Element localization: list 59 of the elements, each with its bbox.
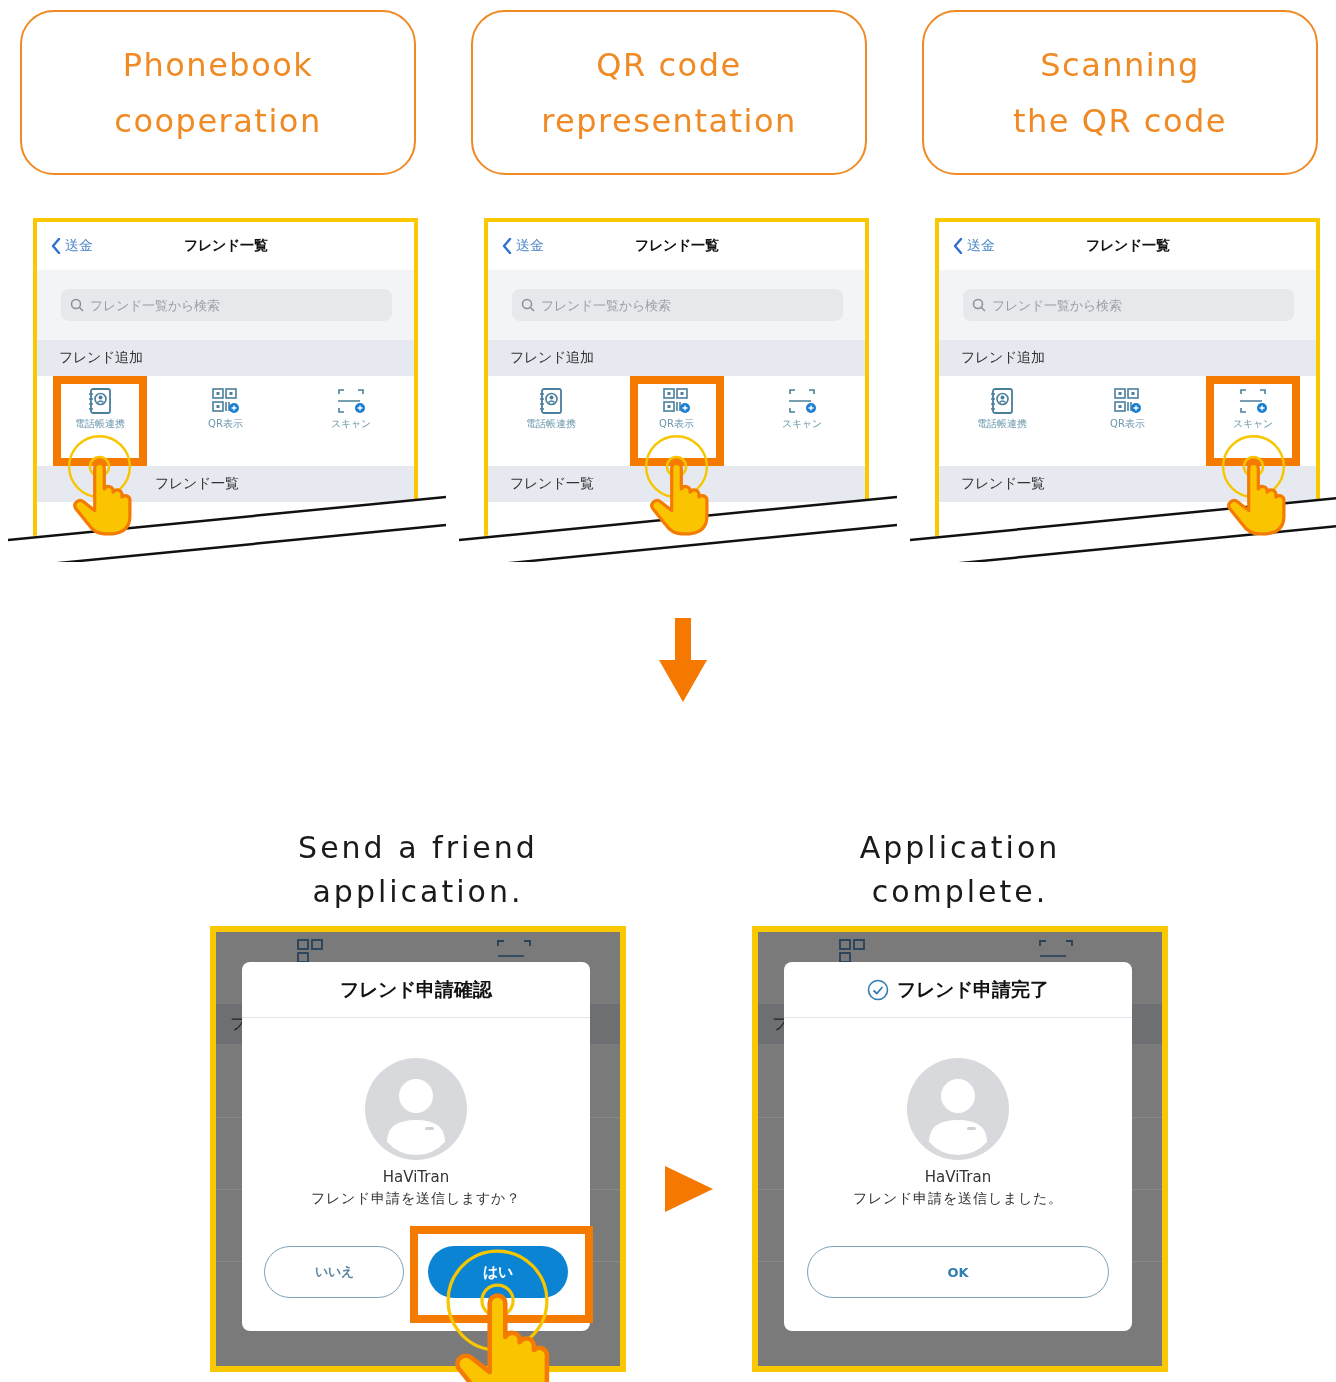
back-button[interactable]: 送金 bbox=[51, 237, 93, 255]
section-header: フレンド追加 bbox=[488, 340, 865, 376]
qr-code-icon bbox=[1112, 386, 1143, 416]
section-header: フレンド追加 bbox=[939, 340, 1316, 376]
right-triangle-icon bbox=[665, 1166, 713, 1212]
search-icon bbox=[521, 298, 535, 312]
dialog-title: フレンド申請完了 bbox=[897, 976, 1049, 1002]
section-header: フレンド一覧 bbox=[488, 466, 865, 502]
cancel-button[interactable]: いいえ bbox=[264, 1246, 404, 1298]
scan-icon bbox=[336, 386, 367, 416]
qr-option[interactable]: QR表示 bbox=[659, 386, 694, 431]
step-caption: application. bbox=[312, 873, 524, 911]
scan-option[interactable]: スキャン bbox=[1233, 386, 1274, 431]
chevron-left-icon bbox=[502, 238, 512, 254]
search-icon bbox=[972, 298, 986, 312]
step-caption: complete. bbox=[871, 873, 1049, 911]
section-header: フレンド一覧 bbox=[37, 466, 414, 502]
confirm-button[interactable]: はい bbox=[428, 1246, 568, 1298]
step-title: representation bbox=[541, 100, 797, 142]
step-title: Scanning bbox=[1040, 44, 1200, 86]
check-circle-icon bbox=[867, 978, 889, 1001]
dialog-title: フレンド申請確認 bbox=[340, 976, 492, 1002]
qr-code-icon bbox=[210, 386, 241, 416]
step-title: cooperation bbox=[114, 100, 322, 142]
user-name: HaViTran bbox=[924, 1168, 992, 1186]
back-button[interactable]: 送金 bbox=[502, 237, 544, 255]
ok-button[interactable]: OK bbox=[807, 1246, 1109, 1298]
scan-icon bbox=[1238, 386, 1269, 416]
scan-option[interactable]: スキャン bbox=[782, 386, 823, 431]
avatar-icon bbox=[907, 1058, 1009, 1160]
back-button[interactable]: 送金 bbox=[953, 237, 995, 255]
dialog-message: フレンド申請を送信しました。 bbox=[853, 1190, 1063, 1208]
qr-option[interactable]: QR表示 bbox=[208, 386, 243, 431]
screen-title: フレンド一覧 bbox=[183, 237, 268, 255]
screen-title: フレンド一覧 bbox=[1085, 237, 1170, 255]
dialog-message: フレンド申請を送信しますか？ bbox=[311, 1190, 521, 1208]
search-icon bbox=[70, 298, 84, 312]
section-header: フレンド一覧 bbox=[939, 466, 1316, 502]
step-title: QR code bbox=[596, 44, 742, 86]
qr-code-icon bbox=[838, 938, 868, 964]
step-caption: Send a friend bbox=[298, 829, 538, 867]
scan-icon bbox=[787, 386, 818, 416]
qr-option[interactable]: QR表示 bbox=[1110, 386, 1145, 431]
phonebook-option[interactable]: 電話帳連携 bbox=[525, 386, 576, 431]
scan-option[interactable]: スキャン bbox=[331, 386, 372, 431]
qr-code-icon bbox=[661, 386, 692, 416]
down-arrow-icon bbox=[659, 618, 707, 702]
phonebook-option[interactable]: 電話帳連携 bbox=[976, 386, 1027, 431]
step-title: Phonebook bbox=[122, 44, 314, 86]
step-caption: Application bbox=[859, 829, 1061, 867]
screen-title: フレンド一覧 bbox=[634, 237, 719, 255]
qr-code-icon bbox=[296, 938, 326, 964]
chevron-left-icon bbox=[51, 238, 61, 254]
avatar-icon bbox=[365, 1058, 467, 1160]
step-title: the QR code bbox=[1013, 100, 1227, 142]
phonebook-option[interactable]: 電話帳連携 bbox=[74, 386, 125, 431]
section-header: フレンド追加 bbox=[37, 340, 414, 376]
chevron-left-icon bbox=[953, 238, 963, 254]
user-name: HaViTran bbox=[382, 1168, 450, 1186]
